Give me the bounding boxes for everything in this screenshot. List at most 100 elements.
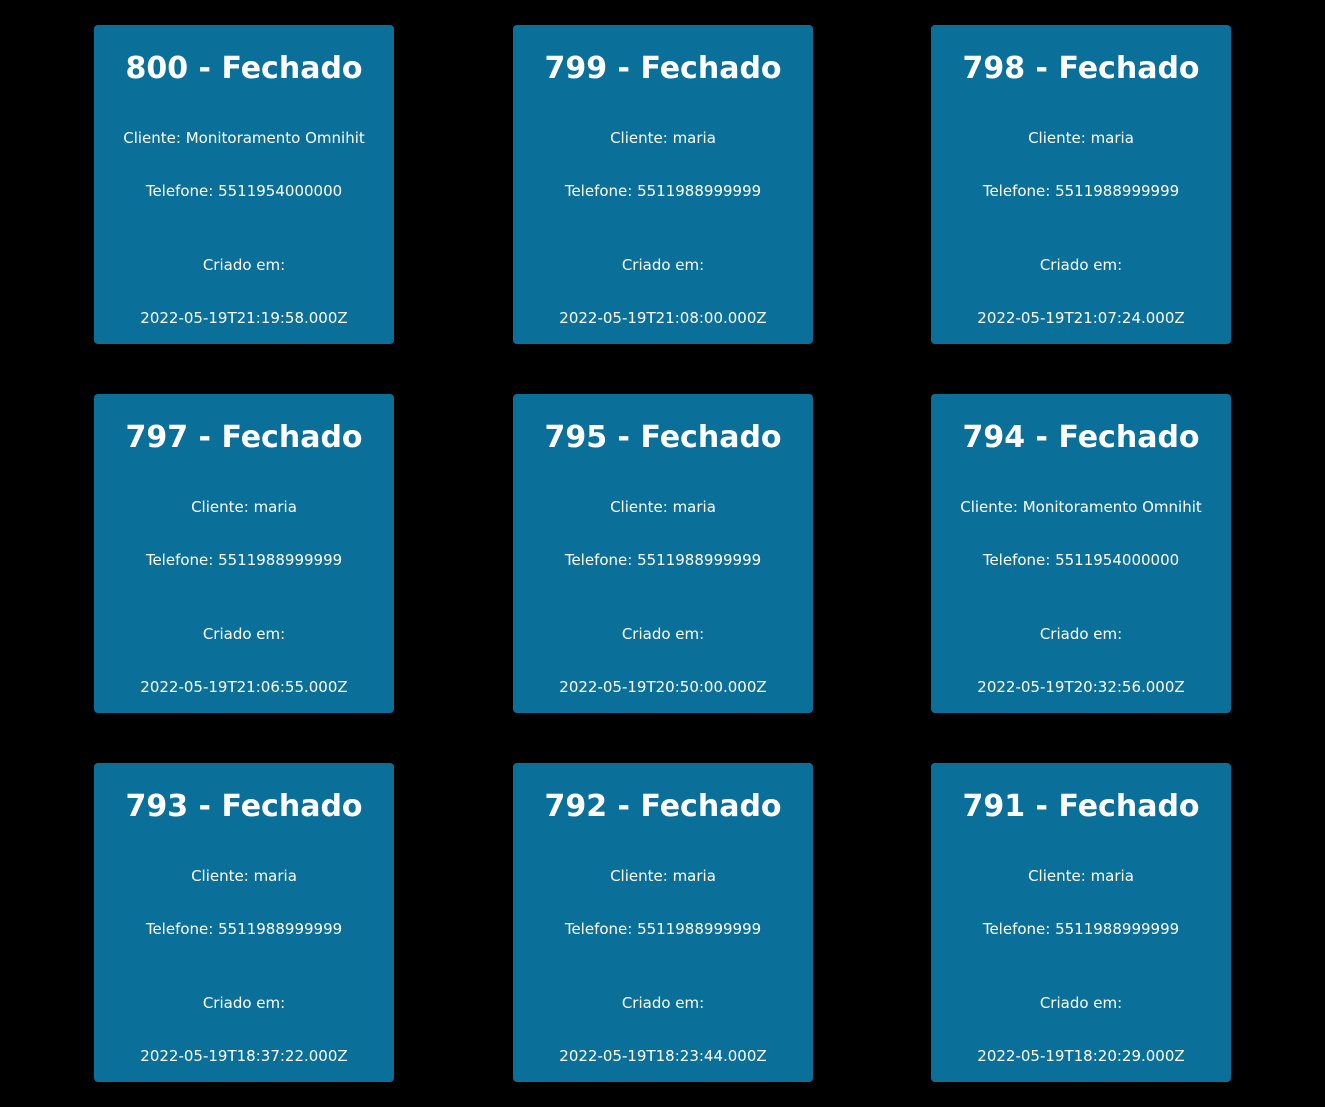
ticket-cliente: Cliente: Monitoramento Omnihit <box>94 128 394 148</box>
ticket-telefone: Telefone: 5511954000000 <box>94 181 394 201</box>
ticket-id: 797 <box>125 420 189 455</box>
ticket-telefone: Telefone: 5511988999999 <box>931 181 1231 201</box>
ticket-cliente: Cliente: maria <box>513 497 813 517</box>
cliente-value: maria <box>1090 867 1134 885</box>
ticket-grid: 800 - Fechado Cliente: Monitoramento Omn… <box>0 0 1325 1107</box>
criado-value: 2022-05-19T18:37:22.000Z <box>140 1047 348 1065</box>
title-separator: - <box>1025 420 1059 455</box>
cliente-label: Cliente: <box>123 129 186 147</box>
cliente-label: Cliente: <box>610 867 673 885</box>
title-separator: - <box>188 789 222 824</box>
ticket-status: Fechado <box>221 789 363 824</box>
telefone-value: 5511988999999 <box>637 182 762 200</box>
cliente-label: Cliente: <box>1028 867 1091 885</box>
ticket-telefone: Telefone: 5511988999999 <box>931 919 1231 939</box>
title-separator: - <box>607 789 641 824</box>
ticket-card[interactable]: 798 - Fechado Cliente: maria Telefone: 5… <box>931 25 1231 344</box>
cliente-value: maria <box>253 498 297 516</box>
ticket-card[interactable]: 793 - Fechado Cliente: maria Telefone: 5… <box>94 763 394 1082</box>
title-separator: - <box>1025 789 1059 824</box>
criado-label: Criado em: <box>621 994 705 1012</box>
ticket-telefone: Telefone: 5511988999999 <box>94 550 394 570</box>
ticket-title: 792 - Fechado <box>513 789 813 825</box>
telefone-label: Telefone: <box>564 182 638 200</box>
telefone-value: 5511988999999 <box>637 551 762 569</box>
ticket-id: 799 <box>544 51 608 86</box>
criado-label: Criado em: <box>1039 256 1123 274</box>
ticket-title: 797 - Fechado <box>94 420 394 456</box>
telefone-label: Telefone: <box>145 551 219 569</box>
criado-value: 2022-05-19T21:06:55.000Z <box>140 678 348 696</box>
ticket-title: 799 - Fechado <box>513 51 813 87</box>
cliente-label: Cliente: <box>960 498 1023 516</box>
ticket-cliente: Cliente: maria <box>931 866 1231 886</box>
ticket-status: Fechado <box>640 789 782 824</box>
cliente-value: maria <box>672 867 716 885</box>
criado-label: Criado em: <box>1039 625 1123 643</box>
ticket-card[interactable]: 799 - Fechado Cliente: maria Telefone: 5… <box>513 25 813 344</box>
ticket-cliente: Cliente: maria <box>94 866 394 886</box>
ticket-id: 793 <box>125 789 189 824</box>
ticket-id: 792 <box>544 789 608 824</box>
ticket-card[interactable]: 797 - Fechado Cliente: maria Telefone: 5… <box>94 394 394 713</box>
ticket-telefone: Telefone: 5511988999999 <box>513 550 813 570</box>
ticket-telefone: Telefone: 5511988999999 <box>513 919 813 939</box>
cliente-label: Cliente: <box>610 129 673 147</box>
ticket-title: 800 - Fechado <box>94 51 394 87</box>
ticket-telefone: Telefone: 5511988999999 <box>513 181 813 201</box>
ticket-status: Fechado <box>1058 789 1200 824</box>
telefone-value: 5511954000000 <box>1055 551 1180 569</box>
cliente-value: maria <box>672 498 716 516</box>
ticket-card[interactable]: 795 - Fechado Cliente: maria Telefone: 5… <box>513 394 813 713</box>
criado-label: Criado em: <box>1039 994 1123 1012</box>
ticket-card[interactable]: 794 - Fechado Cliente: Monitoramento Omn… <box>931 394 1231 713</box>
cliente-value: Monitoramento Omnihit <box>1022 498 1202 516</box>
ticket-cliente: Cliente: maria <box>513 866 813 886</box>
cliente-value: maria <box>672 129 716 147</box>
ticket-card[interactable]: 800 - Fechado Cliente: Monitoramento Omn… <box>94 25 394 344</box>
telefone-value: 5511988999999 <box>218 920 343 938</box>
cliente-label: Cliente: <box>1028 129 1091 147</box>
ticket-title: 793 - Fechado <box>94 789 394 825</box>
ticket-status: Fechado <box>1058 420 1200 455</box>
ticket-id: 798 <box>962 51 1026 86</box>
ticket-title: 798 - Fechado <box>931 51 1231 87</box>
telefone-label: Telefone: <box>145 182 219 200</box>
cliente-value: maria <box>1090 129 1134 147</box>
criado-value: 2022-05-19T21:08:00.000Z <box>559 309 767 327</box>
ticket-cliente: Cliente: maria <box>94 497 394 517</box>
telefone-label: Telefone: <box>145 920 219 938</box>
criado-value: 2022-05-19T21:07:24.000Z <box>977 309 1185 327</box>
ticket-id: 791 <box>962 789 1026 824</box>
ticket-status: Fechado <box>221 420 363 455</box>
telefone-label: Telefone: <box>564 551 638 569</box>
telefone-value: 5511954000000 <box>218 182 343 200</box>
telefone-label: Telefone: <box>982 551 1056 569</box>
ticket-status: Fechado <box>640 51 782 86</box>
criado-label: Criado em: <box>621 625 705 643</box>
telefone-label: Telefone: <box>982 920 1056 938</box>
ticket-id: 795 <box>544 420 608 455</box>
ticket-status: Fechado <box>640 420 782 455</box>
criado-value: 2022-05-19T20:32:56.000Z <box>977 678 1185 696</box>
ticket-status: Fechado <box>221 51 363 86</box>
telefone-value: 5511988999999 <box>1055 920 1180 938</box>
criado-label: Criado em: <box>202 994 286 1012</box>
cliente-label: Cliente: <box>191 867 254 885</box>
ticket-telefone: Telefone: 5511988999999 <box>94 919 394 939</box>
cliente-value: Monitoramento Omnihit <box>185 129 365 147</box>
cliente-value: maria <box>253 867 297 885</box>
ticket-cliente: Cliente: Monitoramento Omnihit <box>931 497 1231 517</box>
cliente-label: Cliente: <box>610 498 673 516</box>
ticket-title: 791 - Fechado <box>931 789 1231 825</box>
ticket-title: 794 - Fechado <box>931 420 1231 456</box>
ticket-title: 795 - Fechado <box>513 420 813 456</box>
title-separator: - <box>188 51 222 86</box>
ticket-card[interactable]: 792 - Fechado Cliente: maria Telefone: 5… <box>513 763 813 1082</box>
ticket-card[interactable]: 791 - Fechado Cliente: maria Telefone: 5… <box>931 763 1231 1082</box>
telefone-value: 5511988999999 <box>637 920 762 938</box>
telefone-value: 5511988999999 <box>1055 182 1180 200</box>
criado-value: 2022-05-19T20:50:00.000Z <box>559 678 767 696</box>
criado-label: Criado em: <box>202 256 286 274</box>
ticket-status: Fechado <box>1058 51 1200 86</box>
